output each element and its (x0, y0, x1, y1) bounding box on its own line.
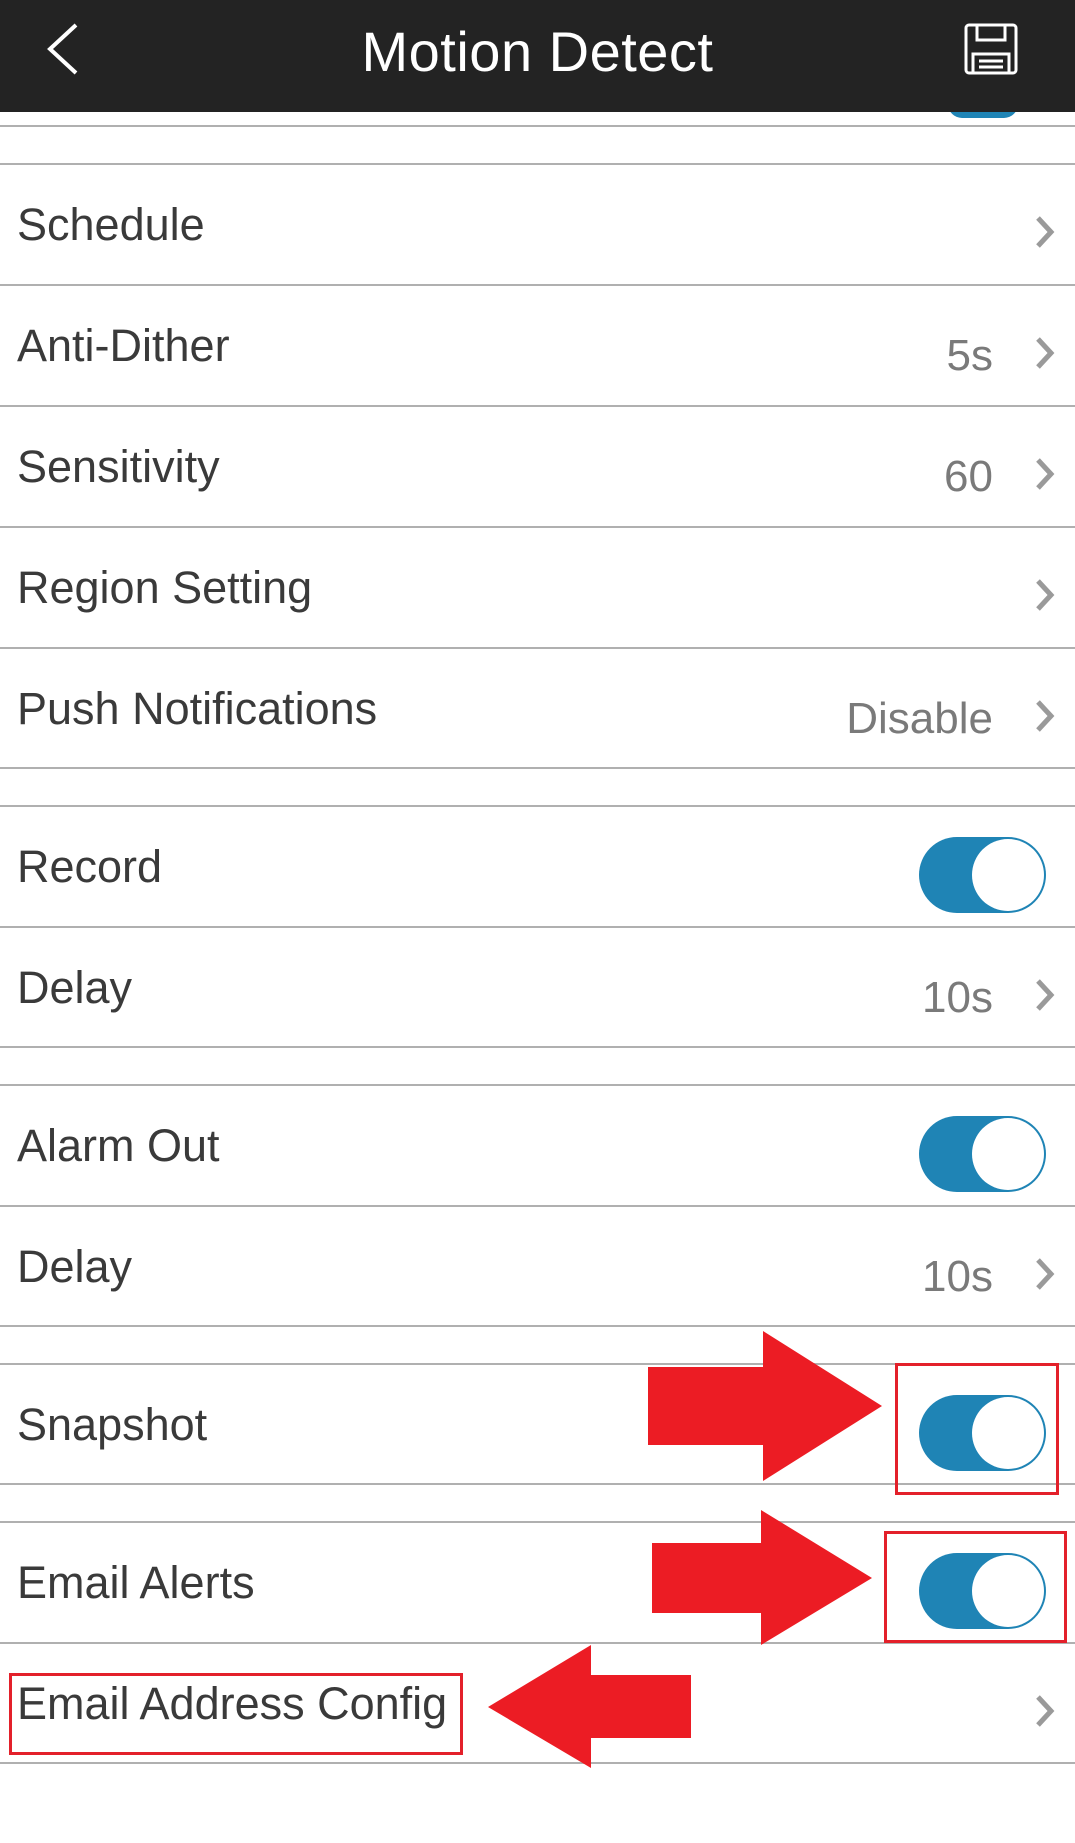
divider (0, 1325, 1075, 1327)
record-delay-row[interactable]: Delay 10s (0, 927, 1075, 1048)
divider (0, 767, 1075, 769)
anti-dither-row[interactable]: Anti-Dither 5s (0, 285, 1075, 406)
alarm-out-delay-value: 10s (922, 1252, 993, 1301)
snapshot-label: Snapshot (17, 1399, 208, 1450)
sensitivity-row[interactable]: Sensitivity 60 (0, 406, 1075, 527)
page-title: Motion Detect (361, 20, 714, 83)
anti-dither-label: Anti-Dither (17, 320, 230, 371)
record-delay-value: 10s (922, 973, 993, 1022)
schedule-row[interactable]: Schedule (0, 164, 1075, 285)
push-notifications-value: Disable (846, 694, 993, 743)
chevron-right-icon (1036, 458, 1055, 490)
alarm-out-row: Alarm Out (0, 1085, 1075, 1206)
highlight-box-email-alerts (884, 1531, 1067, 1643)
divider (0, 125, 1075, 127)
toggle-knob (972, 839, 1044, 911)
highlight-box-snapshot (895, 1363, 1059, 1495)
divider (0, 1046, 1075, 1048)
push-notifications-label: Push Notifications (17, 683, 378, 734)
region-setting-row[interactable]: Region Setting (0, 527, 1075, 648)
floppy-disk-save-icon (964, 23, 1018, 75)
chevron-right-icon (1036, 979, 1055, 1011)
chevron-right-icon (1036, 1695, 1055, 1727)
email-alerts-label: Email Alerts (17, 1557, 255, 1608)
divider (0, 1762, 1075, 1764)
alarm-out-toggle[interactable] (919, 1116, 1046, 1192)
top-app-bar: Motion Detect (0, 0, 1075, 112)
anti-dither-value: 5s (946, 331, 993, 380)
chevron-right-icon (1036, 337, 1055, 369)
record-delay-label: Delay (17, 962, 133, 1013)
alarm-out-delay-row[interactable]: Delay 10s (0, 1206, 1075, 1327)
push-notifications-row[interactable]: Push Notifications Disable (0, 648, 1075, 769)
record-row: Record (0, 806, 1075, 927)
alarm-out-delay-label: Delay (17, 1241, 133, 1292)
toggle-knob (972, 1118, 1044, 1190)
save-button[interactable] (958, 20, 1024, 80)
chevron-right-icon (1036, 579, 1055, 611)
highlight-box-email-address-config (9, 1673, 463, 1755)
sensitivity-value: 60 (944, 452, 993, 501)
record-toggle[interactable] (919, 837, 1046, 913)
region-setting-label: Region Setting (17, 562, 313, 613)
schedule-label: Schedule (17, 199, 205, 250)
sensitivity-label: Sensitivity (17, 441, 220, 492)
record-label: Record (17, 841, 163, 892)
chevron-right-icon (1036, 1258, 1055, 1290)
chevron-right-icon (1036, 700, 1055, 732)
alarm-out-label: Alarm Out (17, 1120, 220, 1171)
chevron-right-icon (1036, 216, 1055, 248)
